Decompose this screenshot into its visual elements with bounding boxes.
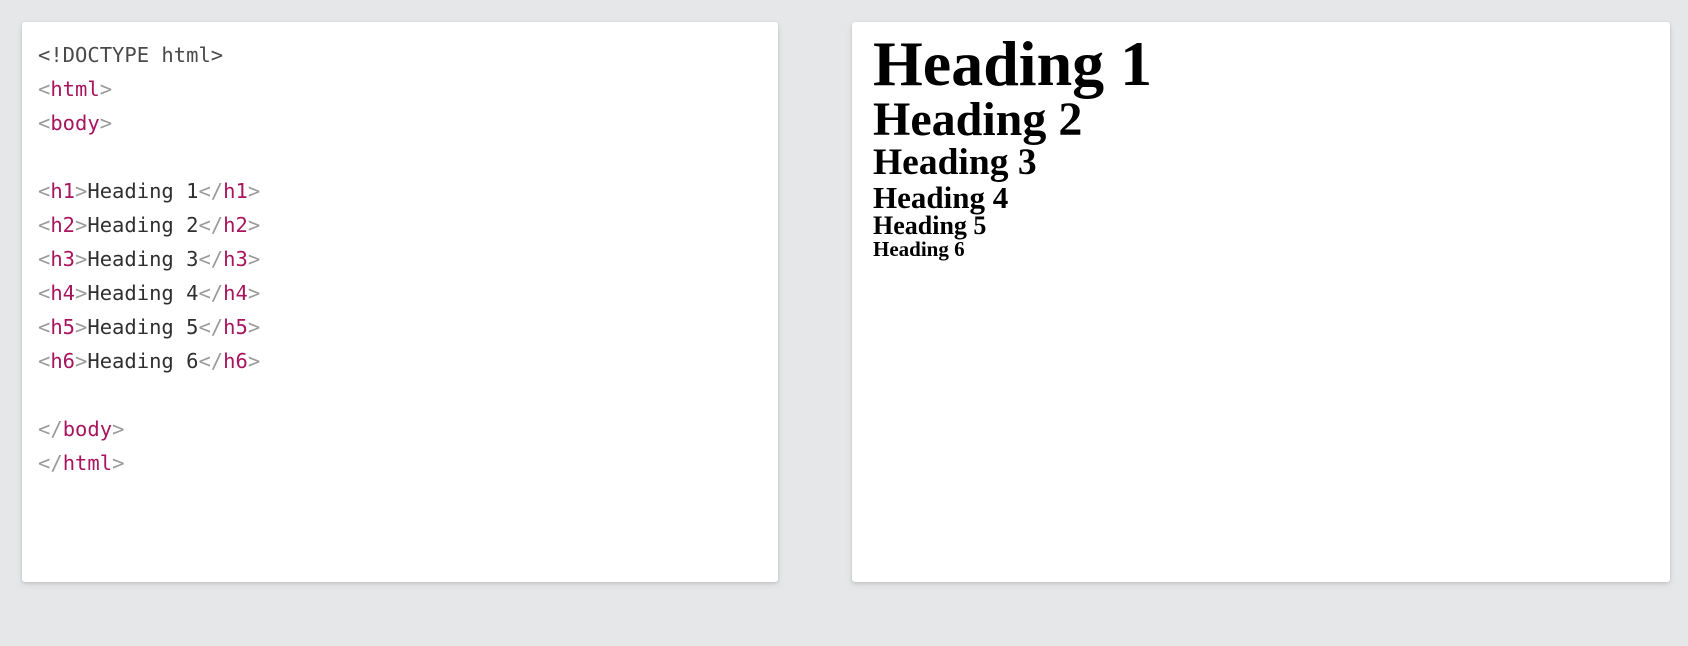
code-token-punct: </ [198,349,224,373]
rendered-heading-h5: Heading 5 [873,210,987,240]
code-token-punct: > [99,77,113,101]
render-panel: Heading 1 Heading 2 Heading 3 Heading 4 Head… [852,22,1670,582]
code-token-tag: body [62,417,113,441]
code-token-tag: h3 [223,247,248,271]
code-line: <h3>Heading 3</h3> [38,242,760,276]
code-line: </body> [38,412,760,446]
code-token-punct: > [247,281,261,305]
code-token-tag: h4 [50,281,76,305]
code-token-tag: html [50,77,100,101]
code-token-punct: < [38,213,51,237]
code-line: <h5>Heading 5</h5> [38,310,760,344]
code-block[interactable]: <!DOCTYPE html> <html> <body> <h1>Heading … [38,38,760,480]
code-token-punct: < [38,179,51,203]
code-line: <html> [38,72,760,106]
code-token-tag: h5 [223,315,248,339]
code-token-punct: > [112,417,125,441]
code-token-punct: </ [198,213,224,237]
page-root: <!DOCTYPE html> <html> <body> <h1>Heading … [0,0,1688,646]
code-token-punct: < [38,315,51,339]
code-token-punct: > [75,349,88,373]
code-token-text: Heading 6 [87,349,199,373]
code-line: <h2>Heading 2</h2> [38,208,760,242]
code-token-punct: </ [198,315,224,339]
code-token-punct: > [247,179,261,203]
code-token-punct: < [38,111,51,135]
code-token-tag: h2 [50,213,76,237]
code-token-punct: > [75,247,88,271]
code-token-punct: </ [198,281,224,305]
code-token-tag: html [62,451,113,475]
code-token-tag: body [50,111,100,135]
rendered-heading-h6: Heading 6 [873,236,965,261]
code-token-punct: < [38,349,51,373]
code-token-tag: h1 [223,179,248,203]
code-token-text: Heading 2 [87,213,199,237]
code-token-punct: > [75,281,88,305]
code-token-punct: </ [198,247,224,271]
code-token-tag: h6 [223,349,248,373]
code-line: <body> [38,106,760,140]
code-token-punct: </ [38,417,63,441]
code-token-punct: < [38,247,51,271]
code-line: <!DOCTYPE html> [38,38,760,72]
rendered-heading-h4: Heading 4 [873,179,1009,215]
code-line: <h4>Heading 4</h4> [38,276,760,310]
code-token-tag: h4 [223,281,248,305]
code-token-punct: < [38,77,51,101]
code-token-doctype: <!DOCTYPE html> [38,43,224,67]
code-token-text: Heading 5 [87,315,199,339]
code-token-punct: > [75,315,88,339]
code-token-punct: > [75,179,88,203]
code-panel: <!DOCTYPE html> <html> <body> <h1>Heading … [22,22,778,582]
code-line: <h6>Heading 6</h6> [38,344,760,378]
code-token-text: Heading 1 [87,179,199,203]
code-token-text: Heading 4 [87,281,199,305]
code-token-punct: > [99,111,113,135]
code-token-punct: </ [198,179,224,203]
rendered-heading-h2: Heading 2 [873,93,1083,146]
code-token-punct: > [75,213,88,237]
code-token-tag: h2 [223,213,248,237]
code-token-punct: < [38,281,51,305]
code-token-punct: > [247,213,261,237]
code-line: </html> [38,446,760,480]
rendered-document: Heading 1 Heading 2 Heading 3 Heading 4 Head… [873,32,1650,260]
code-token-punct: > [112,451,125,475]
code-token-tag: h6 [50,349,76,373]
rendered-heading-h1: Heading 1 [873,28,1153,99]
code-line: <h1>Heading 1</h1> [38,174,760,208]
code-token-tag: h1 [50,179,76,203]
rendered-heading-h3: Heading 3 [873,142,1037,183]
code-token-punct: > [247,349,261,373]
code-token-punct: > [247,247,261,271]
code-token-punct: </ [38,451,63,475]
code-token-tag: h5 [50,315,76,339]
code-token-text: Heading 3 [87,247,199,271]
code-token-punct: > [247,315,261,339]
code-token-tag: h3 [50,247,76,271]
